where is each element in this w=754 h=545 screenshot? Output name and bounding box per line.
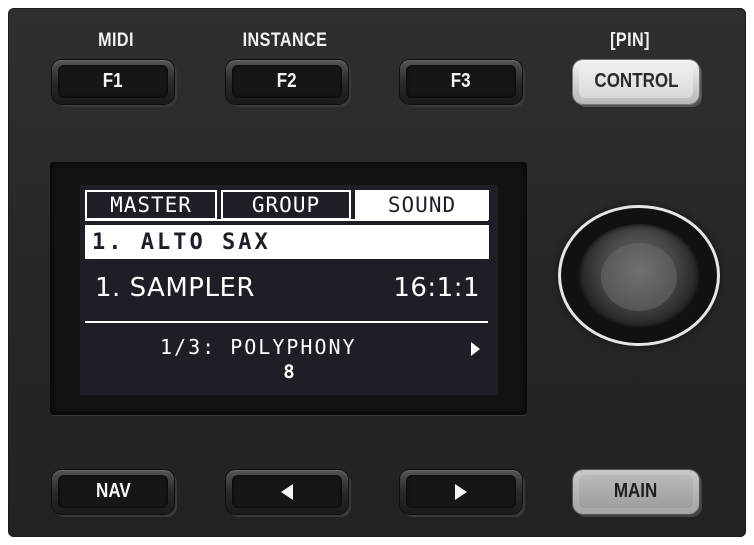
position-readout: 16:1:1 [393,273,480,303]
plugin-row: 1. SAMPLER 16:1:1 [95,273,480,303]
right-arrow-icon [455,483,467,500]
right-arrow-icon [471,342,480,356]
tab-group[interactable]: GROUP [221,190,351,220]
control-button-label: CONTROL [593,70,679,92]
f1-button[interactable]: F1 [52,60,174,104]
sound-name-bar: 1. ALTO SAX [85,225,489,259]
sound-name: 1. ALTO SAX [92,229,271,255]
pin-label: [PIN] [610,30,650,51]
nav-button[interactable]: NAV [52,470,174,514]
instance-label: INSTANCE [242,30,328,51]
tab-divider [85,219,488,221]
tab-master[interactable]: MASTER [85,190,217,220]
f2-button-label: F2 [277,70,297,92]
main-button[interactable]: MAIN [573,470,699,514]
left-arrow-icon [281,483,293,500]
nav-button-label: NAV [95,480,131,502]
f3-button[interactable]: F3 [400,60,522,104]
parameter-name: 1/3: POLYPHONY [160,335,357,359]
midi-label: MIDI [98,30,134,51]
control-button[interactable]: CONTROL [573,60,699,104]
f1-button-label: F1 [103,70,123,92]
main-button-label: MAIN [614,480,658,502]
next-button[interactable] [400,470,522,514]
plugin-name: 1. SAMPLER [95,273,255,303]
f2-button[interactable]: F2 [226,60,348,104]
knob-cap [601,243,677,311]
prev-button[interactable] [226,470,348,514]
parameter-value: 8 [283,361,295,383]
f3-button-label: F3 [451,70,471,92]
display-screen: MASTER GROUP SOUND 1. ALTO SAX 1. SAMPLE… [80,185,498,395]
tab-sound[interactable]: SOUND [355,190,489,220]
display-divider [85,321,488,323]
